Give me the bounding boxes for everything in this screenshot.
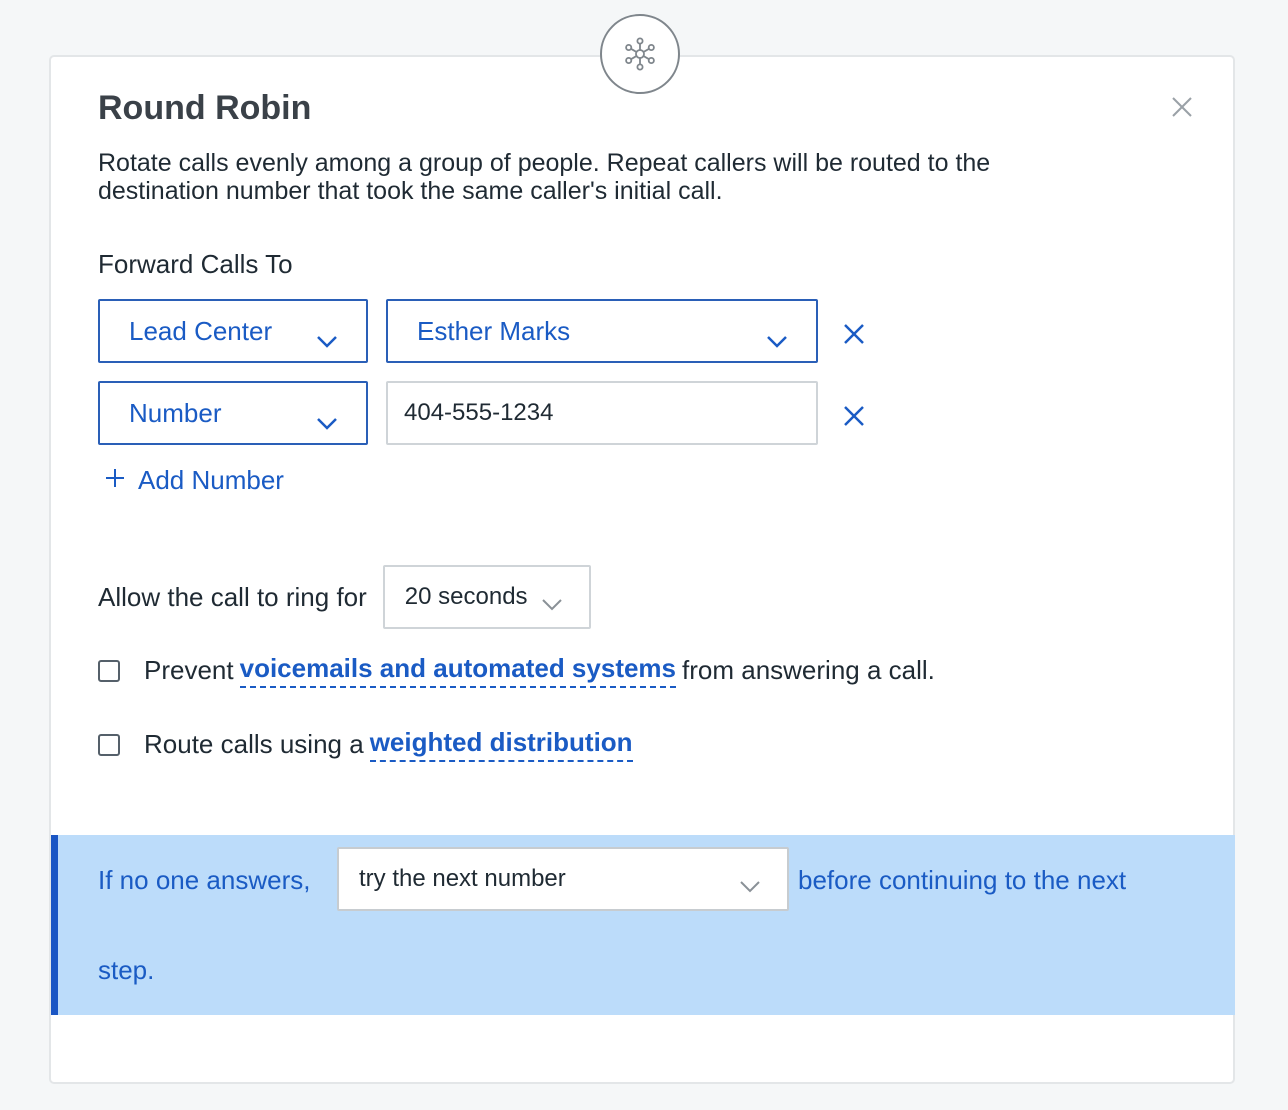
fallback-suffix-line2: step. — [98, 955, 155, 985]
forward-calls-label: Forward Calls To — [98, 249, 293, 279]
chevron-down-icon — [316, 325, 338, 356]
fallback-prefix: If no one answers, — [98, 865, 311, 895]
weighted-distribution-row: Route calls using a weighted distributio… — [98, 727, 639, 762]
forward-target-select-1[interactable]: Esther Marks — [386, 299, 818, 363]
add-number-label: Add Number — [138, 465, 284, 495]
weighted-distribution-link[interactable]: weighted distribution — [369, 727, 633, 762]
ring-duration-label: Allow the call to ring for — [98, 581, 367, 612]
ring-duration-select[interactable]: 20 seconds — [382, 565, 591, 629]
fallback-value: try the next number — [359, 865, 566, 892]
prevent-prefix: Prevent — [144, 655, 234, 685]
fallback-suffix: before continuing to the next — [798, 865, 1127, 895]
prevent-voicemail-row: Prevent voicemails and automated systems… — [98, 653, 935, 688]
plus-icon — [104, 465, 126, 496]
modal-title: Round Robin — [98, 89, 312, 127]
remove-row-2-icon[interactable] — [841, 403, 867, 429]
fallback-band: If no one answers, try the next number b… — [51, 835, 1235, 1015]
network-node-icon — [600, 14, 680, 94]
forward-type-select-1[interactable]: Lead Center — [98, 299, 368, 363]
round-robin-modal: Round Robin Rotate calls evenly among a … — [49, 55, 1235, 1084]
remove-row-1-icon[interactable] — [841, 321, 867, 347]
ring-duration-value: 20 seconds — [404, 583, 528, 610]
prevent-suffix: from answering a call. — [682, 655, 935, 685]
route-prefix: Route calls using a — [144, 729, 364, 759]
chevron-down-icon — [316, 407, 338, 438]
fallback-select[interactable]: try the next number — [337, 847, 789, 911]
chevron-down-icon — [739, 873, 761, 901]
add-number-button[interactable]: Add Number — [104, 465, 284, 496]
ring-duration-row: Allow the call to ring for 20 seconds — [98, 565, 591, 629]
prevent-voicemail-checkbox[interactable] — [98, 659, 120, 682]
forward-type-value-2: Number — [129, 397, 222, 428]
weighted-distribution-checkbox[interactable] — [98, 733, 120, 756]
chevron-down-icon — [766, 325, 788, 356]
close-icon[interactable] — [1168, 93, 1198, 123]
forward-number-input[interactable] — [386, 381, 818, 445]
chevron-down-icon — [541, 591, 563, 619]
modal-description: Rotate calls evenly among a group of peo… — [98, 149, 991, 205]
forward-type-value-1: Lead Center — [129, 315, 273, 346]
forward-type-select-2[interactable]: Number — [98, 381, 368, 445]
forward-target-value-1: Esther Marks — [417, 315, 571, 346]
voicemails-link[interactable]: voicemails and automated systems — [239, 653, 677, 688]
